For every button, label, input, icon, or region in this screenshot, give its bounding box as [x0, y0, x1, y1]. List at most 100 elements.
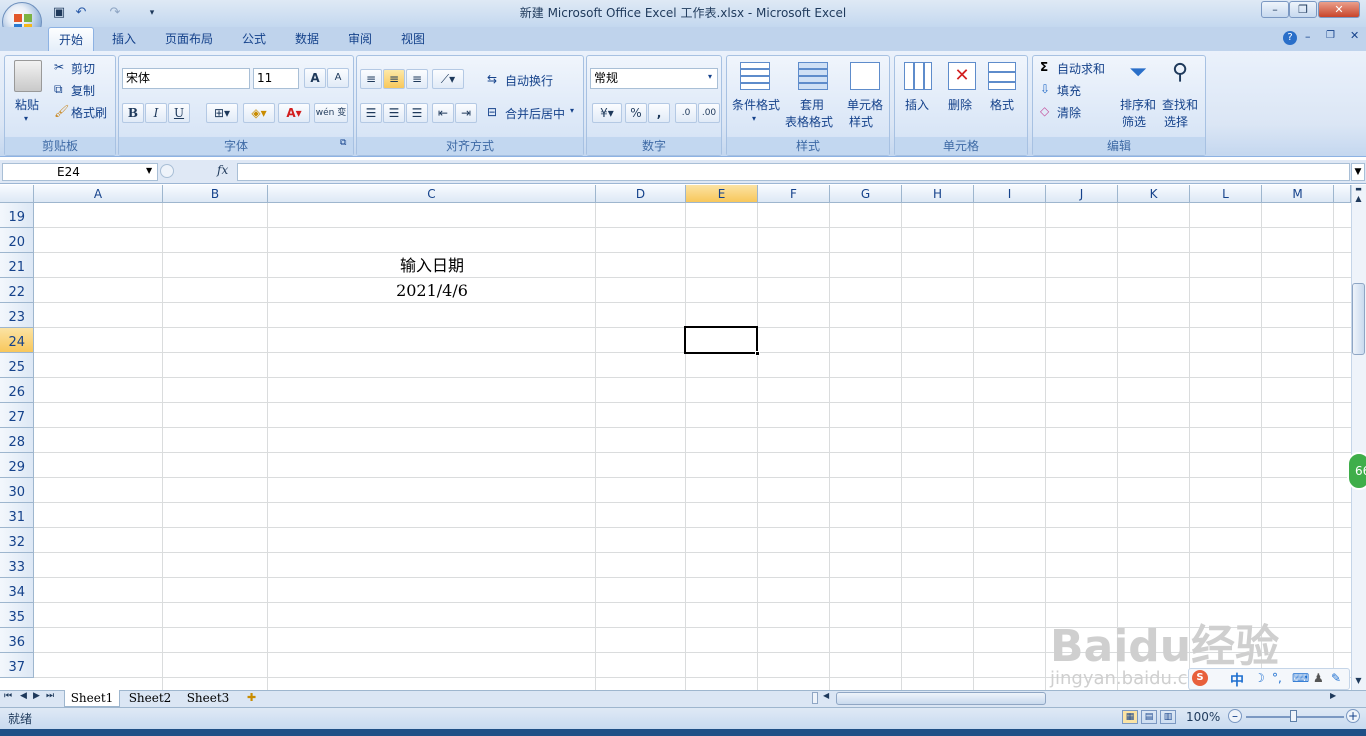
grow-font-button[interactable]: A — [304, 68, 326, 88]
save-icon[interactable]: ▣ — [50, 4, 68, 22]
ribbon-close-icon[interactable]: ✕ — [1350, 29, 1359, 42]
horizontal-scroll-thumb[interactable] — [836, 692, 1046, 705]
row-header-29[interactable]: 29 — [0, 453, 34, 478]
insert-sheet-icon[interactable]: ✚ — [247, 691, 256, 704]
accounting-format-icon[interactable]: ¥▾ — [592, 103, 622, 123]
delete-cells-button[interactable]: 删除 — [948, 96, 972, 113]
find-select-button[interactable]: 选择 — [1164, 113, 1188, 130]
row-header-28[interactable]: 28 — [0, 428, 34, 453]
hscroll-right-icon[interactable]: ▶ — [1330, 691, 1336, 700]
row-header-35[interactable]: 35 — [0, 603, 34, 628]
row-header-19[interactable]: 19 — [0, 203, 34, 228]
orientation-icon[interactable]: ⟋▾ — [432, 69, 464, 89]
percent-button[interactable]: % — [625, 103, 647, 123]
tab-split-handle[interactable] — [812, 692, 818, 704]
row-header-20[interactable]: 20 — [0, 228, 34, 253]
shrink-font-button[interactable]: A — [327, 68, 349, 88]
column-header-m[interactable]: M — [1262, 185, 1334, 203]
sheet-nav-first-icon[interactable]: ⏮ — [4, 691, 12, 701]
font-size-box[interactable]: 11 — [253, 68, 299, 89]
cut-icon[interactable]: ✂ — [54, 60, 64, 74]
wrap-text-button[interactable]: 自动换行 — [505, 72, 553, 89]
format-cells-button[interactable]: 格式 — [990, 96, 1014, 113]
cell-c22[interactable]: 2021/4/6 — [268, 280, 596, 304]
row-header-34[interactable]: 34 — [0, 578, 34, 603]
italic-button[interactable]: I — [145, 103, 167, 123]
active-cell-e24[interactable] — [684, 326, 758, 354]
scroll-up-icon[interactable]: ▲ — [1352, 194, 1365, 208]
ribbon-minimize-icon[interactable]: – — [1305, 30, 1311, 43]
copy-icon[interactable]: ⧉ — [54, 82, 63, 97]
ime-punctuation-icon[interactable]: °, — [1272, 671, 1282, 685]
increase-indent-icon[interactable]: ⇥ — [455, 103, 477, 123]
column-header-a[interactable]: A — [34, 185, 163, 203]
zoom-slider-thumb[interactable] — [1290, 710, 1297, 722]
tab-review[interactable]: 审阅 — [340, 27, 380, 51]
column-header-c[interactable]: C — [268, 185, 596, 203]
column-header-b[interactable]: B — [163, 185, 268, 203]
help-icon[interactable]: ? — [1283, 31, 1297, 45]
customize-toolbar-icon[interactable]: ▾ — [143, 4, 161, 22]
font-color-button[interactable]: A▾ — [278, 103, 310, 123]
vertical-scroll-thumb[interactable] — [1352, 283, 1365, 355]
row-header-26[interactable]: 26 — [0, 378, 34, 403]
sheet-tab-3[interactable]: Sheet3 — [180, 690, 236, 707]
sort-filter-label-1[interactable]: 排序和 — [1120, 96, 1156, 113]
zoom-level[interactable]: 100% — [1186, 710, 1220, 724]
sort-filter-button[interactable]: 筛选 — [1122, 113, 1146, 130]
wrap-text-icon[interactable]: ⇆ — [487, 72, 497, 86]
font-dialog-launcher-icon[interactable]: ⧉ — [340, 138, 346, 148]
formula-bar-handle-icon[interactable] — [160, 164, 174, 178]
paste-button[interactable]: 粘贴 — [15, 96, 39, 113]
row-header-24[interactable]: 24 — [0, 328, 34, 353]
side-badge[interactable]: 66 — [1347, 452, 1366, 490]
split-box-icon[interactable]: ▬ — [1352, 185, 1365, 193]
row-header-23[interactable]: 23 — [0, 303, 34, 328]
fill-icon[interactable]: ⇩ — [1040, 82, 1050, 96]
row-header-21[interactable]: 21 — [0, 253, 34, 278]
normal-view-icon[interactable]: ▦ — [1122, 710, 1138, 724]
borders-button[interactable]: ⊞▾ — [206, 103, 238, 123]
column-header-g[interactable]: G — [830, 185, 902, 203]
number-format-box[interactable]: 常规 — [590, 68, 718, 89]
conditional-format-dropdown-icon[interactable]: ▾ — [752, 114, 756, 123]
page-layout-view-icon[interactable]: ▤ — [1141, 710, 1157, 724]
font-name-box[interactable]: 宋体 — [122, 68, 250, 89]
sheet-tab-1[interactable]: Sheet1 — [64, 690, 120, 707]
vertical-scrollbar[interactable] — [1351, 185, 1366, 690]
sogou-ime-icon[interactable]: S — [1192, 670, 1208, 686]
column-header-h[interactable]: H — [902, 185, 974, 203]
row-header-27[interactable]: 27 — [0, 403, 34, 428]
column-header-e[interactable]: E — [686, 185, 758, 203]
align-right-icon[interactable]: ☰ — [406, 103, 428, 123]
format-as-table-button[interactable]: 表格格式 — [785, 113, 833, 130]
align-left-icon[interactable]: ☰ — [360, 103, 382, 123]
scroll-down-icon[interactable]: ▼ — [1352, 676, 1365, 690]
row-header-22[interactable]: 22 — [0, 278, 34, 303]
close-button[interactable]: ✕ — [1318, 1, 1360, 18]
decrease-decimal-icon[interactable]: .00 — [698, 103, 720, 123]
row-header-33[interactable]: 33 — [0, 553, 34, 578]
insert-cells-icon[interactable] — [904, 62, 932, 90]
sheet-nav-prev-icon[interactable]: ◀ — [20, 691, 27, 701]
select-all-corner[interactable] — [0, 185, 34, 203]
formula-input[interactable] — [237, 163, 1350, 181]
row-header-25[interactable]: 25 — [0, 353, 34, 378]
column-header-n[interactable] — [1334, 185, 1351, 203]
underline-button[interactable]: U — [168, 103, 190, 123]
paste-dropdown-icon[interactable]: ▾ — [24, 114, 28, 123]
sheet-tab-2[interactable]: Sheet2 — [122, 690, 178, 707]
clear-button[interactable]: 清除 — [1057, 104, 1081, 121]
column-header-f[interactable]: F — [758, 185, 830, 203]
align-middle-icon[interactable]: ≡ — [383, 69, 405, 89]
expand-formula-bar-icon[interactable]: ▼ — [1351, 163, 1365, 181]
bold-button[interactable]: B — [122, 103, 144, 123]
page-break-view-icon[interactable]: ▥ — [1160, 710, 1176, 724]
format-painter-button[interactable]: 格式刷 — [71, 104, 107, 121]
tab-home[interactable]: 开始 — [48, 27, 94, 52]
ime-keyboard-icon[interactable]: ⌨ — [1292, 671, 1309, 685]
column-header-l[interactable]: L — [1190, 185, 1262, 203]
conditional-format-button[interactable]: 条件格式 — [732, 96, 780, 113]
phonetic-button[interactable]: wén 变 — [314, 103, 348, 123]
find-select-icon[interactable]: ⚲ — [1166, 60, 1194, 92]
